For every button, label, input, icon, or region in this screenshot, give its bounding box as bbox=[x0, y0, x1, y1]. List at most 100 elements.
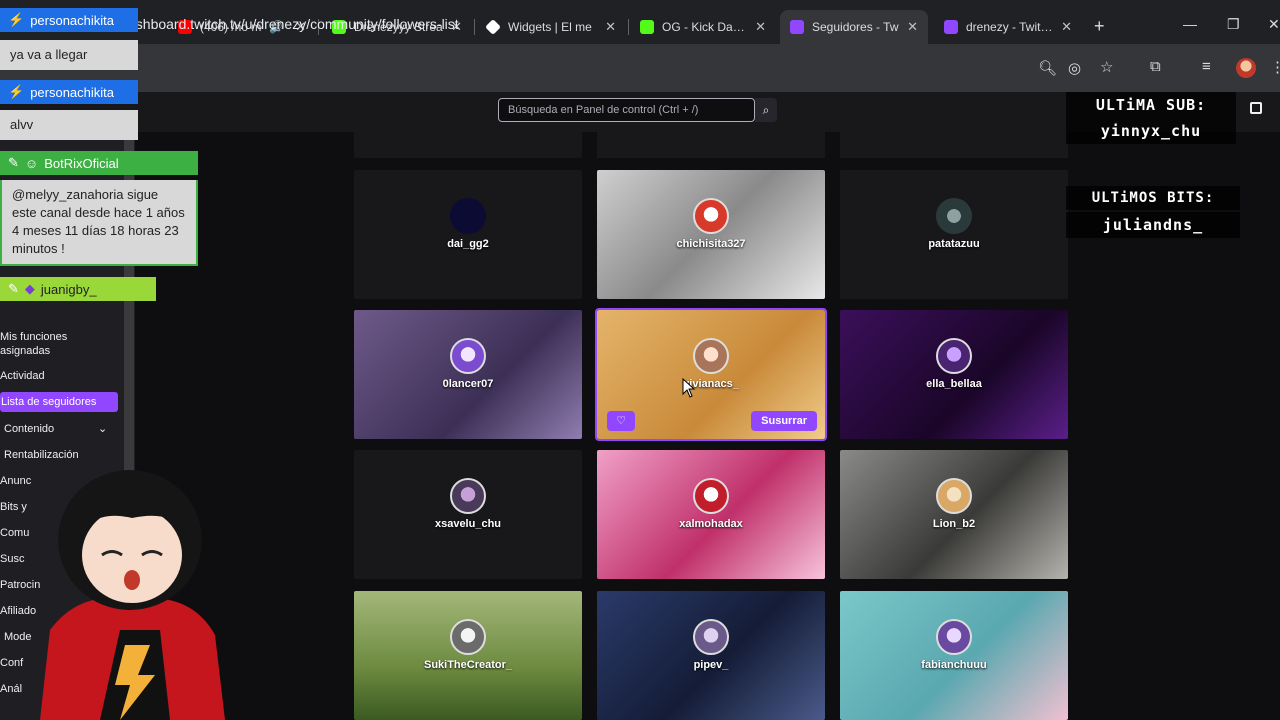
follower-username: Lion_b2 bbox=[932, 518, 976, 530]
url-field[interactable]: ashboard.twitch.tv/u/drenezy/community/f… bbox=[128, 16, 459, 32]
mouse-cursor-icon bbox=[682, 378, 696, 398]
follower-card[interactable]: vivianacs_ ♡ Susurrar bbox=[595, 308, 827, 441]
maximize-button[interactable]: ❐ bbox=[1227, 16, 1240, 33]
zoom-icon[interactable]: 🔍︎ bbox=[1038, 59, 1057, 77]
follower-username: 0lancer07 bbox=[442, 378, 494, 390]
profile-avatar[interactable] bbox=[1236, 58, 1256, 78]
chat-username: personachikita bbox=[30, 84, 115, 100]
follower-card[interactable]: patatazuu bbox=[840, 170, 1068, 299]
follower-username: xsavelu_chu bbox=[434, 518, 502, 530]
avatar bbox=[936, 478, 972, 514]
avatar bbox=[936, 198, 972, 234]
menu-icon[interactable]: ⋮ bbox=[1270, 58, 1280, 76]
follower-card[interactable]: SukiTheCreator_ bbox=[354, 591, 582, 720]
sidebar-item-analytics[interactable]: Anál bbox=[0, 683, 22, 695]
follower-card[interactable]: dai_gg2 bbox=[354, 170, 582, 299]
tab-widgets[interactable]: Widgets | El me ✕ bbox=[476, 13, 626, 41]
follower-card-partial bbox=[597, 132, 825, 158]
twitch-icon bbox=[790, 20, 804, 34]
follower-username: ella_bellaa bbox=[926, 378, 982, 390]
follower-card[interactable]: 0lancer07 bbox=[354, 310, 582, 439]
sidebar-item-content[interactable]: Contenido bbox=[4, 423, 54, 435]
chevron-down-icon[interactable]: ⌄ bbox=[98, 422, 107, 435]
chat-username-badge: ⚡ personachikita bbox=[0, 8, 138, 32]
tab-label: drenezy - Twitch bbox=[966, 20, 1054, 34]
follower-username: fabianchuuu bbox=[921, 659, 987, 671]
lightning-icon: ⚡ bbox=[8, 12, 25, 27]
follower-username: vivianacs_ bbox=[683, 378, 739, 390]
avatar bbox=[450, 478, 486, 514]
follower-card[interactable]: Lion_b2 bbox=[840, 450, 1068, 579]
eye-off-icon[interactable]: ◎ bbox=[1068, 59, 1081, 77]
follower-card[interactable]: fabianchuuu bbox=[840, 591, 1068, 720]
bookmark-star-icon[interactable]: ☆ bbox=[1100, 58, 1113, 76]
avatar bbox=[450, 198, 486, 234]
avatar bbox=[693, 478, 729, 514]
bot-icon: ☺ bbox=[24, 155, 39, 171]
chat-username-badge: ✎ ☺ BotRixOficial bbox=[0, 151, 198, 175]
close-icon[interactable]: ✕ bbox=[605, 19, 616, 35]
chat-icon[interactable] bbox=[1250, 102, 1262, 114]
twitch-icon bbox=[944, 20, 958, 34]
chat-message: ya va a llegar bbox=[0, 40, 138, 70]
follower-username: SukiTheCreator_ bbox=[423, 659, 513, 671]
pencil-icon: ✎ bbox=[8, 281, 19, 296]
follower-card[interactable]: ella_bellaa bbox=[840, 310, 1068, 439]
avatar bbox=[693, 338, 729, 374]
avatar bbox=[936, 338, 972, 374]
lightning-icon: ⚡ bbox=[8, 84, 25, 99]
follower-card[interactable]: xalmohadax bbox=[597, 450, 825, 579]
close-icon[interactable]: ✕ bbox=[755, 19, 766, 35]
chat-username: personachikita bbox=[30, 12, 115, 28]
tab-label: Widgets | El me bbox=[508, 20, 592, 34]
minimize-button[interactable]: — bbox=[1183, 16, 1197, 32]
tab-twitch-followers[interactable]: Seguidores - Tw ✕ bbox=[780, 10, 928, 44]
tab-separator bbox=[628, 19, 629, 35]
last-bits-user: juliandns_ bbox=[1066, 212, 1240, 238]
follower-username: chichisita327 bbox=[676, 238, 746, 250]
address-bar bbox=[0, 44, 1280, 92]
widget-icon bbox=[485, 19, 501, 35]
follower-card-partial bbox=[354, 132, 582, 158]
last-sub-label: ULTiMA SUB: bbox=[1066, 92, 1236, 118]
follower-card[interactable]: pipev_ bbox=[597, 591, 825, 720]
tab-twitch-channel[interactable]: drenezy - Twitch ✕ bbox=[934, 13, 1082, 41]
sidebar-item-roles[interactable]: Mis funciones asignadas bbox=[0, 330, 110, 358]
media-control-icon[interactable]: ≡ bbox=[1202, 58, 1211, 75]
new-tab-button[interactable]: + bbox=[1094, 16, 1105, 37]
extensions-icon[interactable]: ⧉ bbox=[1150, 58, 1161, 75]
avatar bbox=[450, 619, 486, 655]
follower-card[interactable]: xsavelu_chu bbox=[354, 450, 582, 579]
tab-label: Seguidores - Tw bbox=[812, 20, 899, 34]
chat-message: @melyy_zanahoria sigue este canal desde … bbox=[0, 180, 198, 266]
tab-kick-dashboard[interactable]: OG - Kick Dashb ✕ bbox=[630, 13, 776, 41]
tab-separator bbox=[474, 19, 475, 35]
close-icon[interactable]: ✕ bbox=[1061, 19, 1072, 35]
avatar bbox=[450, 338, 486, 374]
avatar bbox=[693, 619, 729, 655]
follower-username: xalmohadax bbox=[679, 518, 743, 530]
follower-card-partial bbox=[840, 132, 1068, 158]
chat-message: alvv bbox=[0, 110, 138, 140]
gem-icon: ◆ bbox=[24, 281, 35, 296]
follower-username: pipev_ bbox=[693, 659, 729, 671]
avatar bbox=[693, 198, 729, 234]
vtuber-avatar bbox=[40, 470, 225, 720]
follower-card[interactable]: chichisita327 bbox=[597, 170, 825, 299]
chat-username: BotRixOficial bbox=[44, 155, 119, 171]
last-bits-label: ULTiMOS BITS: bbox=[1066, 186, 1240, 210]
close-window-button[interactable]: ✕ bbox=[1268, 16, 1280, 33]
avatar bbox=[936, 619, 972, 655]
last-sub-user: yinnyx_chu bbox=[1066, 118, 1236, 144]
sidebar-item-followers[interactable]: Lista de seguidores bbox=[0, 392, 118, 412]
chat-username-badge: ⚡ personachikita bbox=[0, 80, 138, 104]
follower-username: dai_gg2 bbox=[447, 238, 489, 250]
chat-username: juanigby_ bbox=[40, 281, 97, 297]
dashboard-search-input[interactable]: Búsqueda en Panel de control (Ctrl + /) bbox=[498, 98, 755, 122]
sidebar-item-activity[interactable]: Actividad bbox=[0, 370, 45, 382]
heart-icon[interactable]: ♡ bbox=[607, 411, 635, 431]
search-icon[interactable]: ⌕ bbox=[755, 98, 777, 122]
close-icon[interactable]: ✕ bbox=[907, 19, 918, 35]
whisper-button[interactable]: Susurrar bbox=[751, 411, 817, 431]
pencil-icon: ✎ bbox=[8, 155, 19, 170]
